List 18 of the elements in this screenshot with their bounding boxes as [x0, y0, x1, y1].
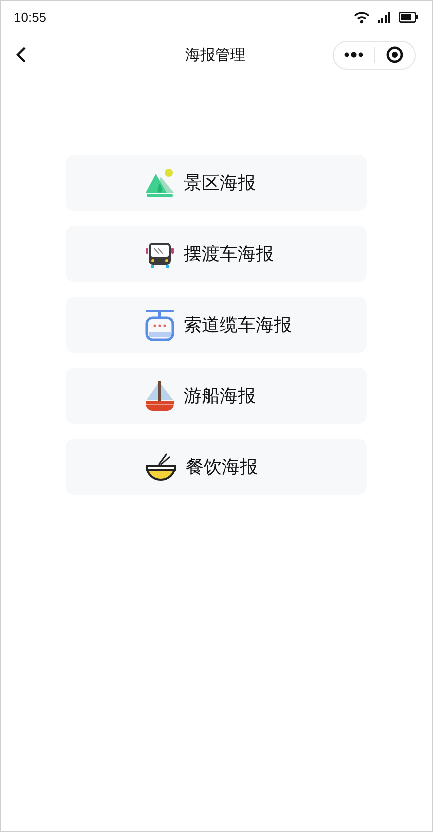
back-icon	[15, 46, 29, 64]
mountain-icon	[145, 168, 175, 198]
poster-menu-item[interactable]: 摆渡车海报	[66, 226, 367, 282]
poster-menu-item[interactable]: 游船海报	[66, 368, 367, 424]
poster-menu-item[interactable]: 景区海报	[66, 155, 367, 211]
battery-icon	[399, 12, 418, 22]
poster-menu-item[interactable]: 餐饮海报	[66, 439, 367, 495]
cable-car-icon	[145, 309, 175, 341]
target-icon	[386, 46, 404, 64]
page-title: 海报管理	[186, 46, 246, 64]
signal-icon	[378, 11, 391, 23]
back-button[interactable]	[15, 46, 29, 64]
bowl-icon	[145, 452, 177, 482]
more-icon	[344, 52, 364, 58]
sailboat-icon	[145, 380, 175, 412]
poster-menu-item[interactable]: 索道缆车海报	[66, 297, 367, 353]
status-time: 10:55	[14, 10, 47, 24]
wifi-icon	[354, 10, 370, 24]
